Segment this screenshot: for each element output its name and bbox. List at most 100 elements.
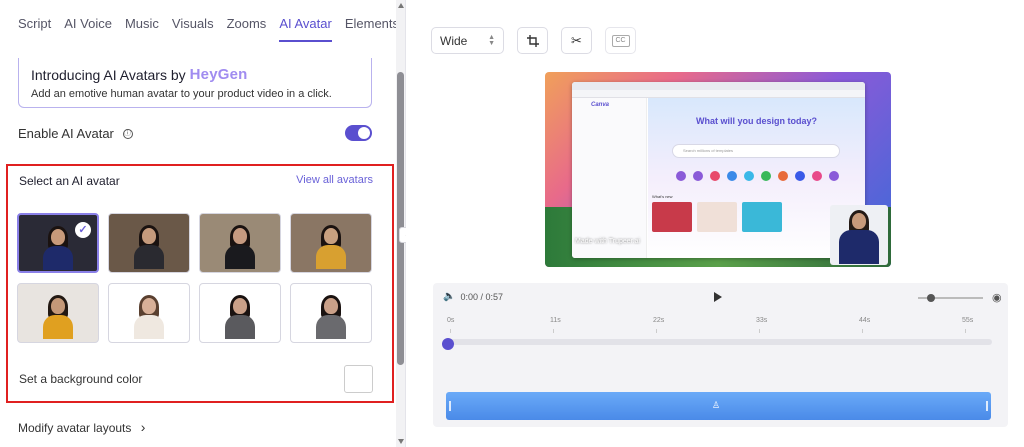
- category-icon: [761, 171, 771, 181]
- captions-button[interactable]: CC: [605, 27, 636, 54]
- scroll-thumb[interactable]: [397, 72, 404, 365]
- left-scrollbar[interactable]: [396, 0, 405, 447]
- view-all-avatars-link[interactable]: View all avatars: [296, 174, 373, 188]
- template-card: [742, 202, 782, 232]
- promo-title-row: Introducing AI Avatars by HeyGen: [31, 66, 359, 83]
- design-search-text: Search millions of templates: [683, 148, 734, 153]
- playhead-knob[interactable]: [442, 338, 454, 350]
- modify-avatar-layouts-label: Modify avatar layouts: [18, 421, 132, 435]
- person-icon: ♙: [712, 400, 721, 410]
- select-avatar-header: Select an AI avatar View all avatars: [19, 174, 373, 188]
- timeline-panel: 🔈 0:00 / 0:57 ◉ 0s 11s 22s 33s 44s 55s ♙: [433, 283, 1008, 427]
- timeline-tick-label: 22s: [653, 317, 665, 324]
- playback-controls: 🔈 0:00 / 0:57 ◉: [443, 291, 1002, 304]
- presenter-head: [849, 210, 869, 234]
- timeline-tick-mark: [450, 329, 451, 333]
- template-card: [697, 202, 737, 232]
- enable-avatar-label: Enable AI Avatar: [18, 125, 114, 141]
- avatar-body: [43, 315, 73, 339]
- avatar-figure: [316, 295, 346, 339]
- avatar-figure: [134, 295, 164, 339]
- avatar-body: [134, 315, 164, 339]
- category-icon: [727, 171, 737, 181]
- category-icon: [744, 171, 754, 181]
- timeline-tick-mark: [759, 329, 760, 333]
- video-preview[interactable]: Canva What will you design today? Search…: [545, 72, 891, 267]
- updown-icon: ▲ ▼: [488, 33, 495, 47]
- avatar-head: [321, 225, 341, 249]
- play-icon[interactable]: [714, 292, 722, 302]
- enable-avatar-row: Enable AI Avatar ⓘ: [18, 124, 372, 142]
- browser-tabs: [572, 82, 865, 90]
- app-root: Script AI Voice Music Visuals Zooms AI A…: [0, 0, 1024, 447]
- modify-avatar-layouts-link[interactable]: Modify avatar layouts ›: [18, 419, 145, 435]
- background-color-label: Set a background color: [19, 372, 143, 386]
- eye-icon[interactable]: ◉: [992, 291, 1002, 304]
- promo-subtitle: Add an emotive human avatar to your prod…: [31, 88, 332, 100]
- zoom-slider-knob[interactable]: [927, 294, 935, 302]
- tab-ai-voice[interactable]: AI Voice: [64, 16, 112, 31]
- aspect-ratio-select[interactable]: Wide ▲ ▼: [431, 27, 504, 54]
- category-icon: [676, 171, 686, 181]
- tab-elements[interactable]: Elements: [345, 16, 399, 31]
- tab-bar: Script AI Voice Music Visuals Zooms AI A…: [18, 16, 412, 42]
- select-avatar-title: Select an AI avatar: [19, 174, 120, 188]
- cut-button[interactable]: ✂: [561, 27, 592, 54]
- right-panel: Wide ▲ ▼ ✂ CC Canva What will you design…: [406, 0, 1024, 447]
- avatar-figure: [134, 225, 164, 269]
- avatar-thumbnail[interactable]: ✓: [17, 213, 99, 273]
- category-icon: [795, 171, 805, 181]
- info-icon[interactable]: ⓘ: [122, 129, 133, 140]
- enable-avatar-toggle[interactable]: [345, 125, 372, 141]
- avatar-thumbnail[interactable]: [290, 213, 372, 273]
- playhead-track[interactable]: [447, 339, 992, 345]
- avatar-head: [139, 295, 159, 319]
- crop-button[interactable]: [517, 27, 548, 54]
- clip-left-handle[interactable]: [449, 401, 451, 411]
- scissors-icon: ✂: [571, 32, 582, 48]
- template-card: [652, 202, 692, 232]
- avatar-presenter-overlay: [830, 205, 888, 265]
- category-icon: [812, 171, 822, 181]
- avatar-thumbnail[interactable]: [290, 283, 372, 343]
- avatar-body: [316, 315, 346, 339]
- category-icon: [829, 171, 839, 181]
- tab-script[interactable]: Script: [18, 16, 51, 31]
- template-cards: [652, 202, 782, 232]
- avatar-body: [43, 246, 73, 270]
- avatar-thumbnail[interactable]: [199, 213, 281, 273]
- avatar-figure: [43, 226, 73, 270]
- avatar-head: [48, 295, 68, 319]
- timeline-tick-mark: [965, 329, 966, 333]
- clip-right-handle[interactable]: [986, 401, 988, 411]
- heygen-logo: HeyGen: [189, 66, 248, 83]
- tab-zooms[interactable]: Zooms: [227, 16, 267, 31]
- scroll-down-arrow-icon[interactable]: [398, 439, 404, 444]
- tab-visuals[interactable]: Visuals: [172, 16, 214, 31]
- avatar-track-clip[interactable]: ♙: [446, 392, 991, 420]
- background-color-row: Set a background color: [19, 365, 373, 393]
- avatar-head: [48, 226, 68, 250]
- avatar-thumbnail[interactable]: [199, 283, 281, 343]
- timeline-tick-label: 33s: [756, 317, 768, 324]
- avatar-thumbnail[interactable]: [108, 213, 190, 273]
- background-color-swatch[interactable]: [344, 365, 373, 393]
- timeline-ruler: 0s 11s 22s 33s 44s 55s: [447, 317, 1007, 333]
- promo-title: Introducing AI Avatars by: [31, 66, 186, 83]
- checkmark-icon: ✓: [75, 222, 91, 238]
- avatar-figure: [225, 295, 255, 339]
- avatar-thumbnail[interactable]: [17, 283, 99, 343]
- presenter-figure: [839, 210, 879, 264]
- volume-icon[interactable]: 🔈: [443, 291, 455, 302]
- timeline-tick-mark: [862, 329, 863, 333]
- scroll-up-arrow-icon[interactable]: [398, 3, 404, 8]
- avatar-head: [230, 295, 250, 319]
- category-icon: [693, 171, 703, 181]
- left-panel: Script AI Voice Music Visuals Zooms AI A…: [0, 0, 406, 447]
- category-icon: [710, 171, 720, 181]
- avatar-thumbnail[interactable]: [108, 283, 190, 343]
- canva-sidebar: Canva: [572, 98, 647, 258]
- browser-screenshot: Canva What will you design today? Search…: [572, 82, 865, 258]
- tab-ai-avatar[interactable]: AI Avatar: [279, 16, 332, 42]
- tab-music[interactable]: Music: [125, 16, 159, 31]
